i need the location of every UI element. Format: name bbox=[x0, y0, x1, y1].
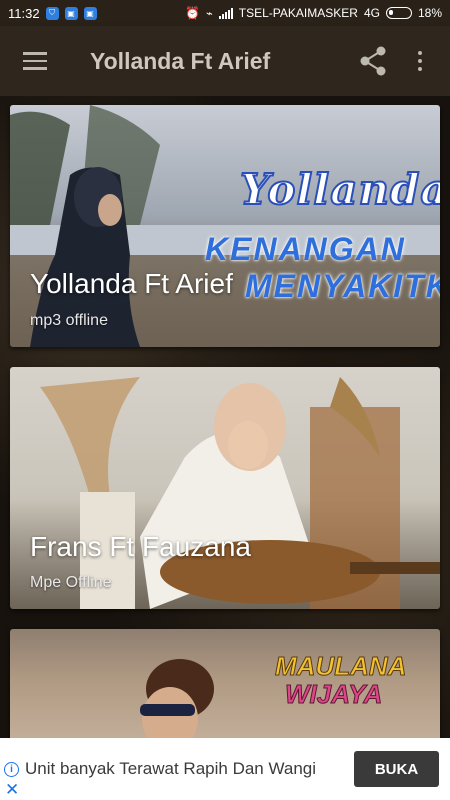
close-icon[interactable]: ✕ bbox=[5, 781, 19, 798]
song-subtitle: mp3 offline bbox=[30, 312, 108, 329]
song-list[interactable]: Yollanda KENANGAN MENYAKITKAN Yollanda F… bbox=[0, 96, 450, 738]
carrier-name: TSEL-PAKAIMASKER bbox=[238, 6, 358, 20]
battery-level: 18% bbox=[417, 6, 442, 20]
shield-notification-icon: ⛉ bbox=[45, 6, 59, 20]
app-notification-icon: ▣ bbox=[83, 6, 97, 20]
list-item[interactable]: Frans Ft Fauzana Mpe Offline bbox=[10, 367, 440, 609]
ad-open-button[interactable]: BUKA bbox=[354, 751, 439, 787]
thumbnail-art-text: WIJAYA bbox=[284, 679, 383, 710]
battery-icon bbox=[385, 7, 412, 19]
ad-text[interactable]: Unit banyak Terawat Rapih Dan Wangi bbox=[25, 759, 316, 779]
thumbnail-art-text: MAULANA bbox=[274, 651, 407, 682]
more-vert-icon[interactable] bbox=[405, 43, 435, 79]
info-icon[interactable]: i bbox=[4, 762, 19, 777]
share-icon[interactable] bbox=[355, 43, 391, 79]
hamburger-menu-icon[interactable] bbox=[0, 26, 70, 96]
list-item[interactable]: MAULANA WIJAYA bbox=[10, 629, 440, 738]
signal-icon bbox=[218, 7, 233, 19]
network-type: 4G bbox=[363, 6, 380, 20]
vibrate-icon: ⌁ bbox=[206, 7, 213, 20]
alarm-icon: ⏰ bbox=[185, 6, 201, 20]
list-item[interactable]: Yollanda KENANGAN MENYAKITKAN Yollanda F… bbox=[10, 105, 440, 347]
thumbnail-image bbox=[10, 105, 440, 347]
status-bar: 11:32 ⛉ ▣ ▣ ⏰ ⌁ TSEL-PAKAIMASKER 4G 18% bbox=[0, 0, 450, 26]
song-title: Yollanda Ft Arief bbox=[30, 268, 233, 299]
song-title: Frans Ft Fauzana bbox=[30, 531, 251, 562]
ad-banner[interactable]: i ✕ Unit banyak Terawat Rapih Dan Wangi … bbox=[0, 738, 450, 800]
thumbnail-art-text: Yollanda bbox=[239, 164, 440, 215]
status-time: 11:32 bbox=[8, 5, 40, 21]
thumbnail-image bbox=[40, 377, 440, 609]
page-title: Yollanda Ft Arief bbox=[90, 47, 271, 74]
thumbnail-art-text: MENYAKITKAN bbox=[245, 268, 440, 304]
song-subtitle: Mpe Offline bbox=[30, 574, 112, 591]
app-toolbar: Yollanda Ft Arief bbox=[0, 26, 450, 96]
app-notification-icon: ▣ bbox=[64, 6, 78, 20]
thumbnail-art-text: KENANGAN bbox=[205, 231, 406, 267]
